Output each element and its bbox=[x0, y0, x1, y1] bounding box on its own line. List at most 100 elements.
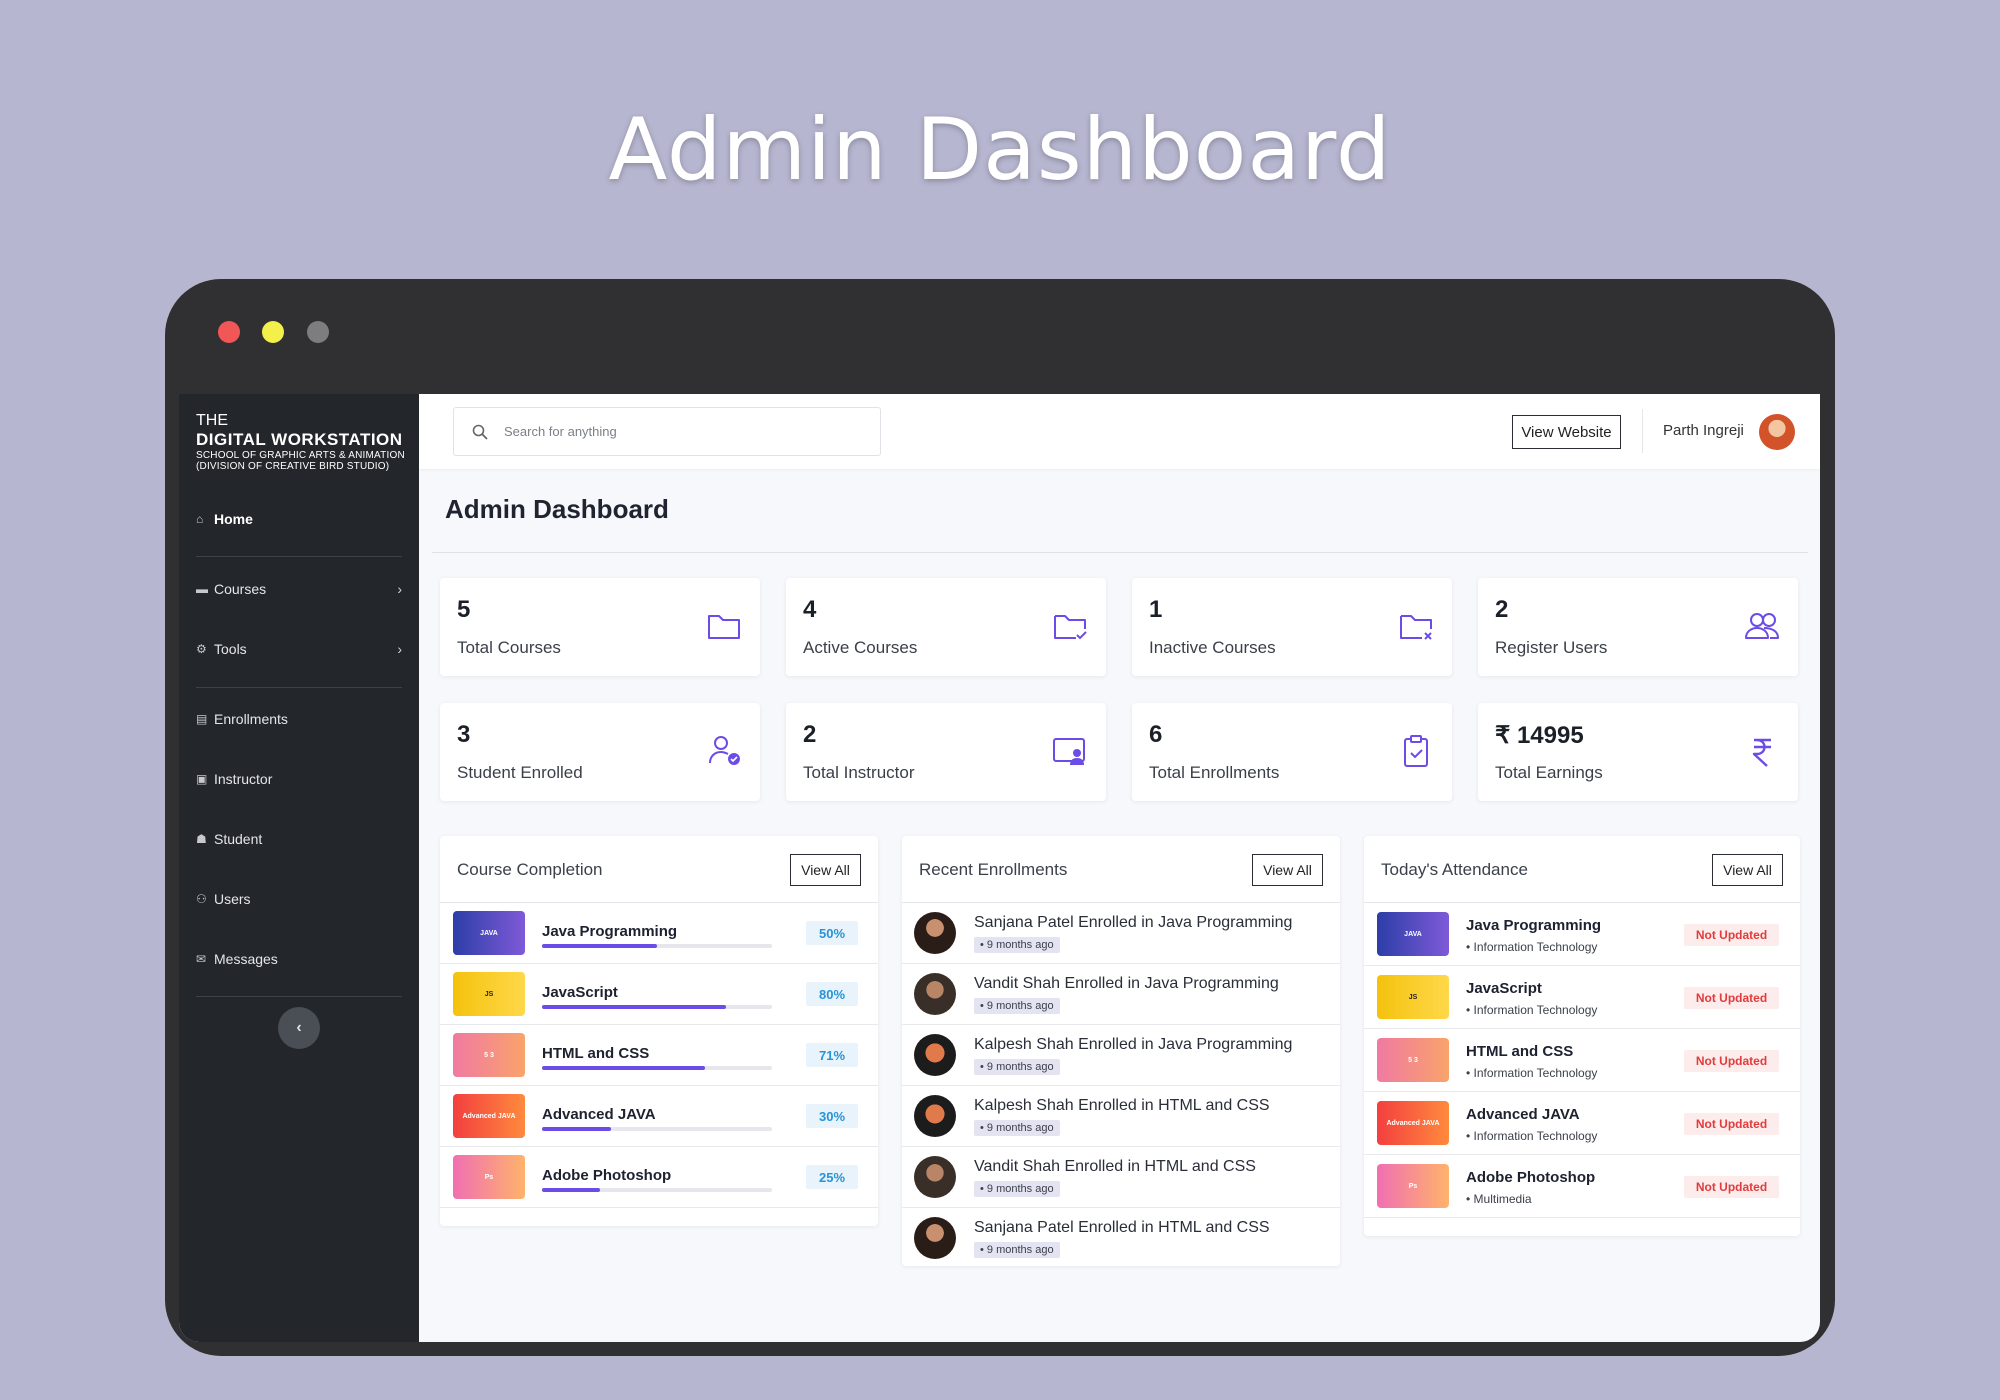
stat-card-inactive-courses[interactable]: 1 Inactive Courses bbox=[1132, 578, 1452, 676]
chevron-left-icon: ‹ bbox=[296, 1019, 302, 1036]
sidebar-divider bbox=[196, 556, 402, 557]
avatar bbox=[914, 912, 956, 954]
chevron-right-icon: › bbox=[397, 641, 402, 657]
course-name: Java Programming bbox=[542, 923, 678, 940]
course-name: Adobe Photoshop bbox=[1466, 1169, 1596, 1186]
search-input[interactable] bbox=[504, 424, 864, 439]
percent-badge: 25% bbox=[806, 1165, 858, 1189]
sidebar-item-users[interactable]: ⚇ Users bbox=[196, 891, 402, 907]
view-website-button[interactable]: View Website bbox=[1512, 415, 1621, 449]
timestamp-badge: • 9 months ago bbox=[974, 1059, 1060, 1075]
sidebar-divider bbox=[196, 687, 402, 688]
course-name: Java Programming bbox=[1466, 917, 1602, 934]
percent-badge: 71% bbox=[806, 1043, 858, 1067]
stat-card-active-courses[interactable]: 4 Active Courses bbox=[786, 578, 1106, 676]
attendance-row[interactable]: Advanced JAVA Advanced JAVA • Informatio… bbox=[1364, 1092, 1800, 1155]
title-divider bbox=[432, 552, 1808, 553]
course-row[interactable]: Ps Adobe Photoshop 25% bbox=[440, 1147, 878, 1208]
course-name: JavaScript bbox=[542, 984, 618, 1001]
enrollment-text: Sanjana Patel Enrolled in HTML and CSS bbox=[974, 1219, 1270, 1236]
panel-title: Recent Enrollments bbox=[919, 860, 1068, 879]
enrollment-row[interactable]: Sanjana Patel Enrolled in Java Programmi… bbox=[902, 903, 1340, 964]
enrollment-row[interactable]: Sanjana Patel Enrolled in HTML and CSS •… bbox=[902, 1208, 1340, 1266]
stat-value: 6 bbox=[1149, 721, 1163, 748]
view-all-button[interactable]: View All bbox=[1252, 854, 1323, 886]
folder-icon bbox=[704, 606, 744, 646]
sidebar-item-label: Instructor bbox=[214, 771, 273, 787]
department-label: • Information Technology bbox=[1466, 1129, 1598, 1143]
attendance-row[interactable]: 5 3 HTML and CSS • Information Technolog… bbox=[1364, 1029, 1800, 1092]
app-screen: THE DIGITAL WORKSTATION SCHOOL OF GRAPHI… bbox=[179, 394, 1820, 1342]
gear-icon: ⚙ bbox=[196, 642, 207, 656]
folder-x-icon bbox=[1396, 606, 1436, 646]
search-box[interactable] bbox=[453, 407, 881, 456]
progress-bar bbox=[542, 1005, 772, 1009]
clipboard-check-icon bbox=[1396, 731, 1436, 771]
logo-line-2: DIGITAL WORKSTATION bbox=[196, 430, 403, 449]
panel-header: Recent Enrollments View All bbox=[902, 836, 1340, 903]
sidebar-item-home[interactable]: ⌂ Home bbox=[196, 511, 402, 527]
enrollment-row[interactable]: Vandit Shah Enrolled in Java Programming… bbox=[902, 964, 1340, 1025]
panel-header: Course Completion View All bbox=[440, 836, 878, 903]
sidebar-item-enrollments[interactable]: ▤ Enrollments bbox=[196, 711, 402, 727]
home-icon: ⌂ bbox=[196, 512, 204, 526]
course-row[interactable]: JAVA Java Programming 50% bbox=[440, 903, 878, 964]
course-row[interactable]: JS JavaScript 80% bbox=[440, 964, 878, 1025]
stat-label: Inactive Courses bbox=[1149, 638, 1276, 657]
panel-title: Course Completion bbox=[457, 860, 603, 879]
attendance-row[interactable]: Ps Adobe Photoshop • Multimedia Not Upda… bbox=[1364, 1155, 1800, 1218]
sidebar-item-tools[interactable]: ⚙ Tools › bbox=[196, 641, 402, 657]
rupee-icon bbox=[1742, 731, 1782, 771]
course-row[interactable]: 5 3 HTML and CSS 71% bbox=[440, 1025, 878, 1086]
stat-card-register-users[interactable]: 2 Register Users bbox=[1478, 578, 1798, 676]
user-avatar[interactable] bbox=[1759, 414, 1795, 450]
window-minimize-dot[interactable] bbox=[262, 321, 284, 343]
browser-window: THE DIGITAL WORKSTATION SCHOOL OF GRAPHI… bbox=[165, 279, 1835, 1356]
view-all-button[interactable]: View All bbox=[790, 854, 861, 886]
status-badge: Not Updated bbox=[1684, 1176, 1779, 1198]
recent-enrollments-panel: Recent Enrollments View All Sanjana Pate… bbox=[902, 836, 1340, 1266]
course-thumbnail: 5 3 bbox=[453, 1033, 525, 1077]
sidebar-item-label: Messages bbox=[214, 951, 278, 967]
sidebar-item-label: Courses bbox=[214, 581, 267, 597]
stat-card-total-enrollments[interactable]: 6 Total Enrollments bbox=[1132, 703, 1452, 801]
stat-card-total-earnings[interactable]: ₹ 14995 Total Earnings bbox=[1478, 703, 1798, 801]
sidebar-collapse-button[interactable]: ‹ bbox=[278, 1007, 320, 1049]
sidebar-item-courses[interactable]: ▬ Courses › bbox=[196, 581, 402, 597]
instructor-icon: ▣ bbox=[196, 772, 208, 786]
sidebar-item-student[interactable]: ☗ Student bbox=[196, 831, 402, 847]
panel-title: Today's Attendance bbox=[1381, 860, 1528, 879]
stat-card-total-courses[interactable]: 5 Total Courses bbox=[440, 578, 760, 676]
department-label: • Multimedia bbox=[1466, 1192, 1532, 1206]
enrollment-text: Kalpesh Shah Enrolled in Java Programmin… bbox=[974, 1036, 1293, 1053]
window-close-dot[interactable] bbox=[218, 321, 240, 343]
stat-label: Total Earnings bbox=[1495, 763, 1603, 782]
sidebar-item-instructor[interactable]: ▣ Instructor bbox=[196, 771, 402, 787]
enrollment-row[interactable]: Vandit Shah Enrolled in HTML and CSS • 9… bbox=[902, 1147, 1340, 1208]
view-all-button[interactable]: View All bbox=[1712, 854, 1783, 886]
instructor-icon bbox=[1050, 731, 1090, 771]
status-badge: Not Updated bbox=[1684, 1113, 1779, 1135]
sidebar-item-label: Users bbox=[214, 891, 251, 907]
stat-label: Student Enrolled bbox=[457, 763, 583, 782]
stat-card-total-instructor[interactable]: 2 Total Instructor bbox=[786, 703, 1106, 801]
users-icon: ⚇ bbox=[196, 892, 207, 906]
logo[interactable]: THE DIGITAL WORKSTATION SCHOOL OF GRAPHI… bbox=[196, 412, 405, 472]
status-badge: Not Updated bbox=[1684, 1050, 1779, 1072]
course-row[interactable]: Advanced JAVA Advanced JAVA 30% bbox=[440, 1086, 878, 1147]
user-name[interactable]: Parth Ingreji bbox=[1663, 422, 1744, 439]
course-thumbnail: Advanced JAVA bbox=[453, 1094, 525, 1138]
enrollment-row[interactable]: Kalpesh Shah Enrolled in HTML and CSS • … bbox=[902, 1086, 1340, 1147]
enrollment-text: Vandit Shah Enrolled in Java Programming bbox=[974, 975, 1279, 992]
course-thumbnail: JS bbox=[453, 972, 525, 1016]
course-name: JavaScript bbox=[1466, 980, 1542, 997]
enrollment-row[interactable]: Kalpesh Shah Enrolled in Java Programmin… bbox=[902, 1025, 1340, 1086]
attendance-row[interactable]: JAVA Java Programming • Information Tech… bbox=[1364, 903, 1800, 966]
attendance-row[interactable]: JS JavaScript • Information Technology N… bbox=[1364, 966, 1800, 1029]
timestamp-badge: • 9 months ago bbox=[974, 998, 1060, 1014]
avatar bbox=[914, 1217, 956, 1259]
window-maximize-dot[interactable] bbox=[307, 321, 329, 343]
sidebar-item-messages[interactable]: ✉ Messages bbox=[196, 951, 402, 967]
stat-card-student-enrolled[interactable]: 3 Student Enrolled bbox=[440, 703, 760, 801]
stat-value: ₹ 14995 bbox=[1495, 722, 1584, 749]
